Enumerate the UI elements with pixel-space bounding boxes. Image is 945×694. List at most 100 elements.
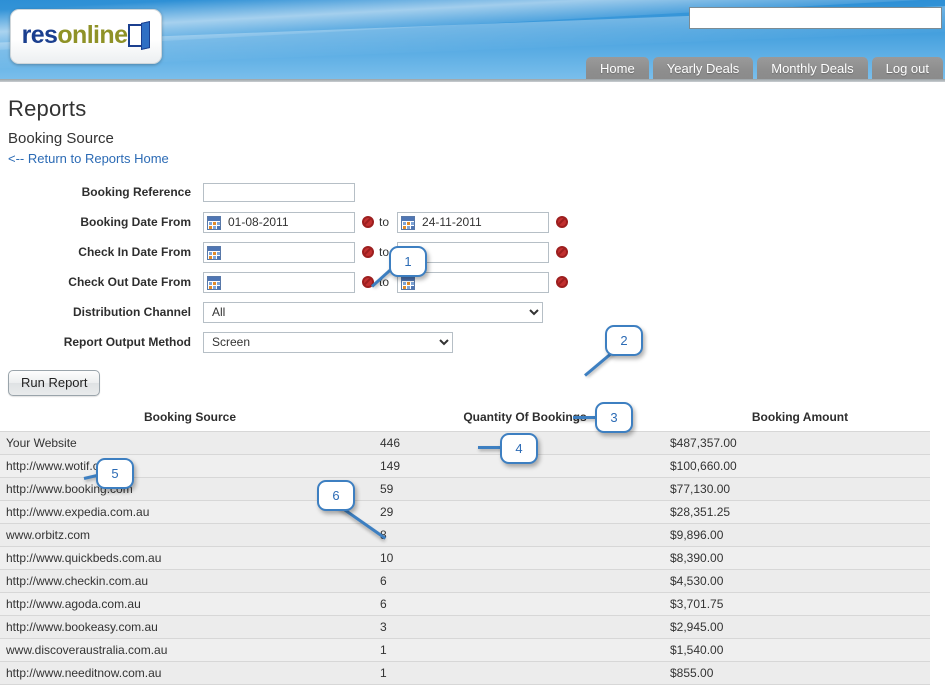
table-header-row: Booking Source Quantity Of Bookings Book… [0,407,930,432]
logo-text-res: res [21,21,58,49]
booking-date-to-input[interactable] [397,211,550,233]
label-check-in-date-from: Check In Date From [78,245,191,259]
distribution-channel-select[interactable]: All [203,301,543,323]
table-row: http://www.agoda.com.au 6 $3,701.75 [0,592,930,616]
calendar-icon[interactable] [401,215,416,230]
search-input[interactable] [689,7,942,29]
table-row: http://www.wotif.com 149 $100,660.00 [0,454,930,478]
callout-marker-2: 2 [605,325,643,356]
booking-source-results-table: Booking Source Quantity Of Bookings Book… [0,407,930,685]
page-title: Reports [8,96,87,121]
callout-marker-4: 4 [500,433,538,464]
return-to-reports-home-link[interactable]: <-- Return to Reports Home [8,151,169,166]
cell-quantity: 6 [380,569,670,593]
form-row-check-out-date: Check Out Date From to [0,267,945,297]
cell-quantity: 1 [380,661,670,685]
cell-booking-source: http://www.wotif.com [0,454,380,478]
booking-date-from-input[interactable] [203,211,355,233]
clear-check-in-date-from-icon[interactable] [362,246,374,258]
calendar-icon[interactable] [207,215,221,230]
report-output-method-select[interactable]: Screen [203,331,453,353]
label-report-output-method: Report Output Method [63,335,191,349]
form-row-distribution-channel: Distribution Channel All [0,297,945,327]
table-row: http://www.bookeasy.com.au 3 $2,945.00 [0,615,930,639]
cell-booking-source: www.discoveraustralia.com.au [0,638,380,662]
form-row-booking-date: Booking Date From to [0,207,945,237]
check-out-date-from-input[interactable] [203,271,355,293]
column-header-booking-source: Booking Source [0,407,380,432]
calendar-icon[interactable] [207,275,221,290]
table-row: http://www.quickbeds.com.au 10 $8,390.00 [0,546,930,570]
cell-amount: $2,945.00 [670,615,930,639]
cell-amount: $77,130.00 [670,477,930,501]
label-distribution-channel: Distribution Channel [73,305,191,319]
calendar-icon[interactable] [207,245,221,260]
check-in-date-from-wrap [203,241,355,263]
clear-booking-date-from-icon[interactable] [362,216,374,228]
cell-booking-source: http://www.needitnow.com.au [0,661,380,685]
label-booking-date-from: Booking Date From [80,215,191,229]
label-check-out-date-from: Check Out Date From [68,275,191,289]
form-row-check-in-date: Check In Date From to [0,237,945,267]
clear-check-in-date-to-icon[interactable] [556,246,569,258]
booking-date-to-wrap [397,211,550,233]
logo-text-online: online [57,21,128,49]
booking-date-to-separator: to [379,215,390,229]
form-row-report-output-method: Report Output Method Screen [0,327,945,357]
cell-amount: $1,540.00 [670,638,930,662]
banner-divider [0,79,945,82]
cell-booking-source: http://www.agoda.com.au [0,592,380,616]
site-logo[interactable]: resonline [10,9,162,64]
cell-booking-source: http://www.checkin.com.au [0,569,380,593]
cell-booking-source: Your Website [0,431,380,455]
table-row: http://www.expedia.com.au 29 $28,351.25 [0,500,930,524]
form-row-booking-reference: Booking Reference [0,177,945,207]
table-row: http://www.booking.com 59 $77,130.00 [0,477,930,501]
column-header-amount: Booking Amount [670,407,930,432]
booking-date-from-wrap [203,211,355,233]
cell-quantity: 59 [380,477,670,501]
cell-amount: $28,351.25 [670,500,930,524]
cell-quantity: 3 [380,615,670,639]
logo-text: resonline [21,21,151,50]
table-body: Your Website 446 $487,357.00 http://www.wot… [0,431,930,685]
door-icon [128,21,151,50]
table-row: http://www.needitnow.com.au 1 $855.00 [0,661,930,685]
cell-amount: $8,390.00 [670,546,930,570]
table-row: Your Website 446 $487,357.00 [0,431,930,455]
cell-booking-source: www.orbitz.com [0,523,380,547]
cell-amount: $3,701.75 [670,592,930,616]
callout-marker-5: 5 [96,458,134,489]
check-in-date-from-input[interactable] [203,241,355,263]
site-header: resonline Home Yearly Deals Monthly Deal… [0,0,945,82]
table-row: http://www.checkin.com.au 6 $4,530.00 [0,569,930,593]
page-content: Reports Booking Source <-- Return to Rep… [0,96,945,685]
clear-booking-date-to-icon[interactable] [556,216,569,228]
cell-amount: $855.00 [670,661,930,685]
table-row: www.orbitz.com8$9,896.00 [0,523,930,547]
cell-booking-source: http://www.bookeasy.com.au [0,615,380,639]
check-in-date-to-separator: to [379,245,390,259]
callout-marker-1: 1 [389,246,427,277]
run-report-button[interactable]: Run Report [8,370,101,396]
cell-amount: $487,357.00 [670,431,930,455]
report-subtitle: Booking Source [8,130,114,147]
cell-booking-source: http://www.quickbeds.com.au [0,546,380,570]
cell-amount: $100,660.00 [670,454,930,478]
clear-check-out-date-to-icon[interactable] [556,276,569,288]
cell-quantity: 29 [380,500,670,524]
label-booking-reference: Booking Reference [81,185,191,199]
cell-amount: $9,896.00 [670,523,930,547]
cell-quantity: 8 [380,523,670,547]
booking-reference-input[interactable] [203,182,355,202]
cell-quantity: 6 [380,592,670,616]
check-out-date-from-wrap [203,271,355,293]
cell-amount: $4,530.00 [670,569,930,593]
callout-marker-6: 6 [317,480,355,511]
report-filter-form: Booking Reference Booking Date From to [0,177,945,396]
cell-quantity: 10 [380,546,670,570]
callout-marker-3: 3 [595,402,633,433]
table-row: www.discoveraustralia.com.au 1 $1,540.00 [0,638,930,662]
calendar-icon[interactable] [401,275,416,290]
cell-quantity: 1 [380,638,670,662]
